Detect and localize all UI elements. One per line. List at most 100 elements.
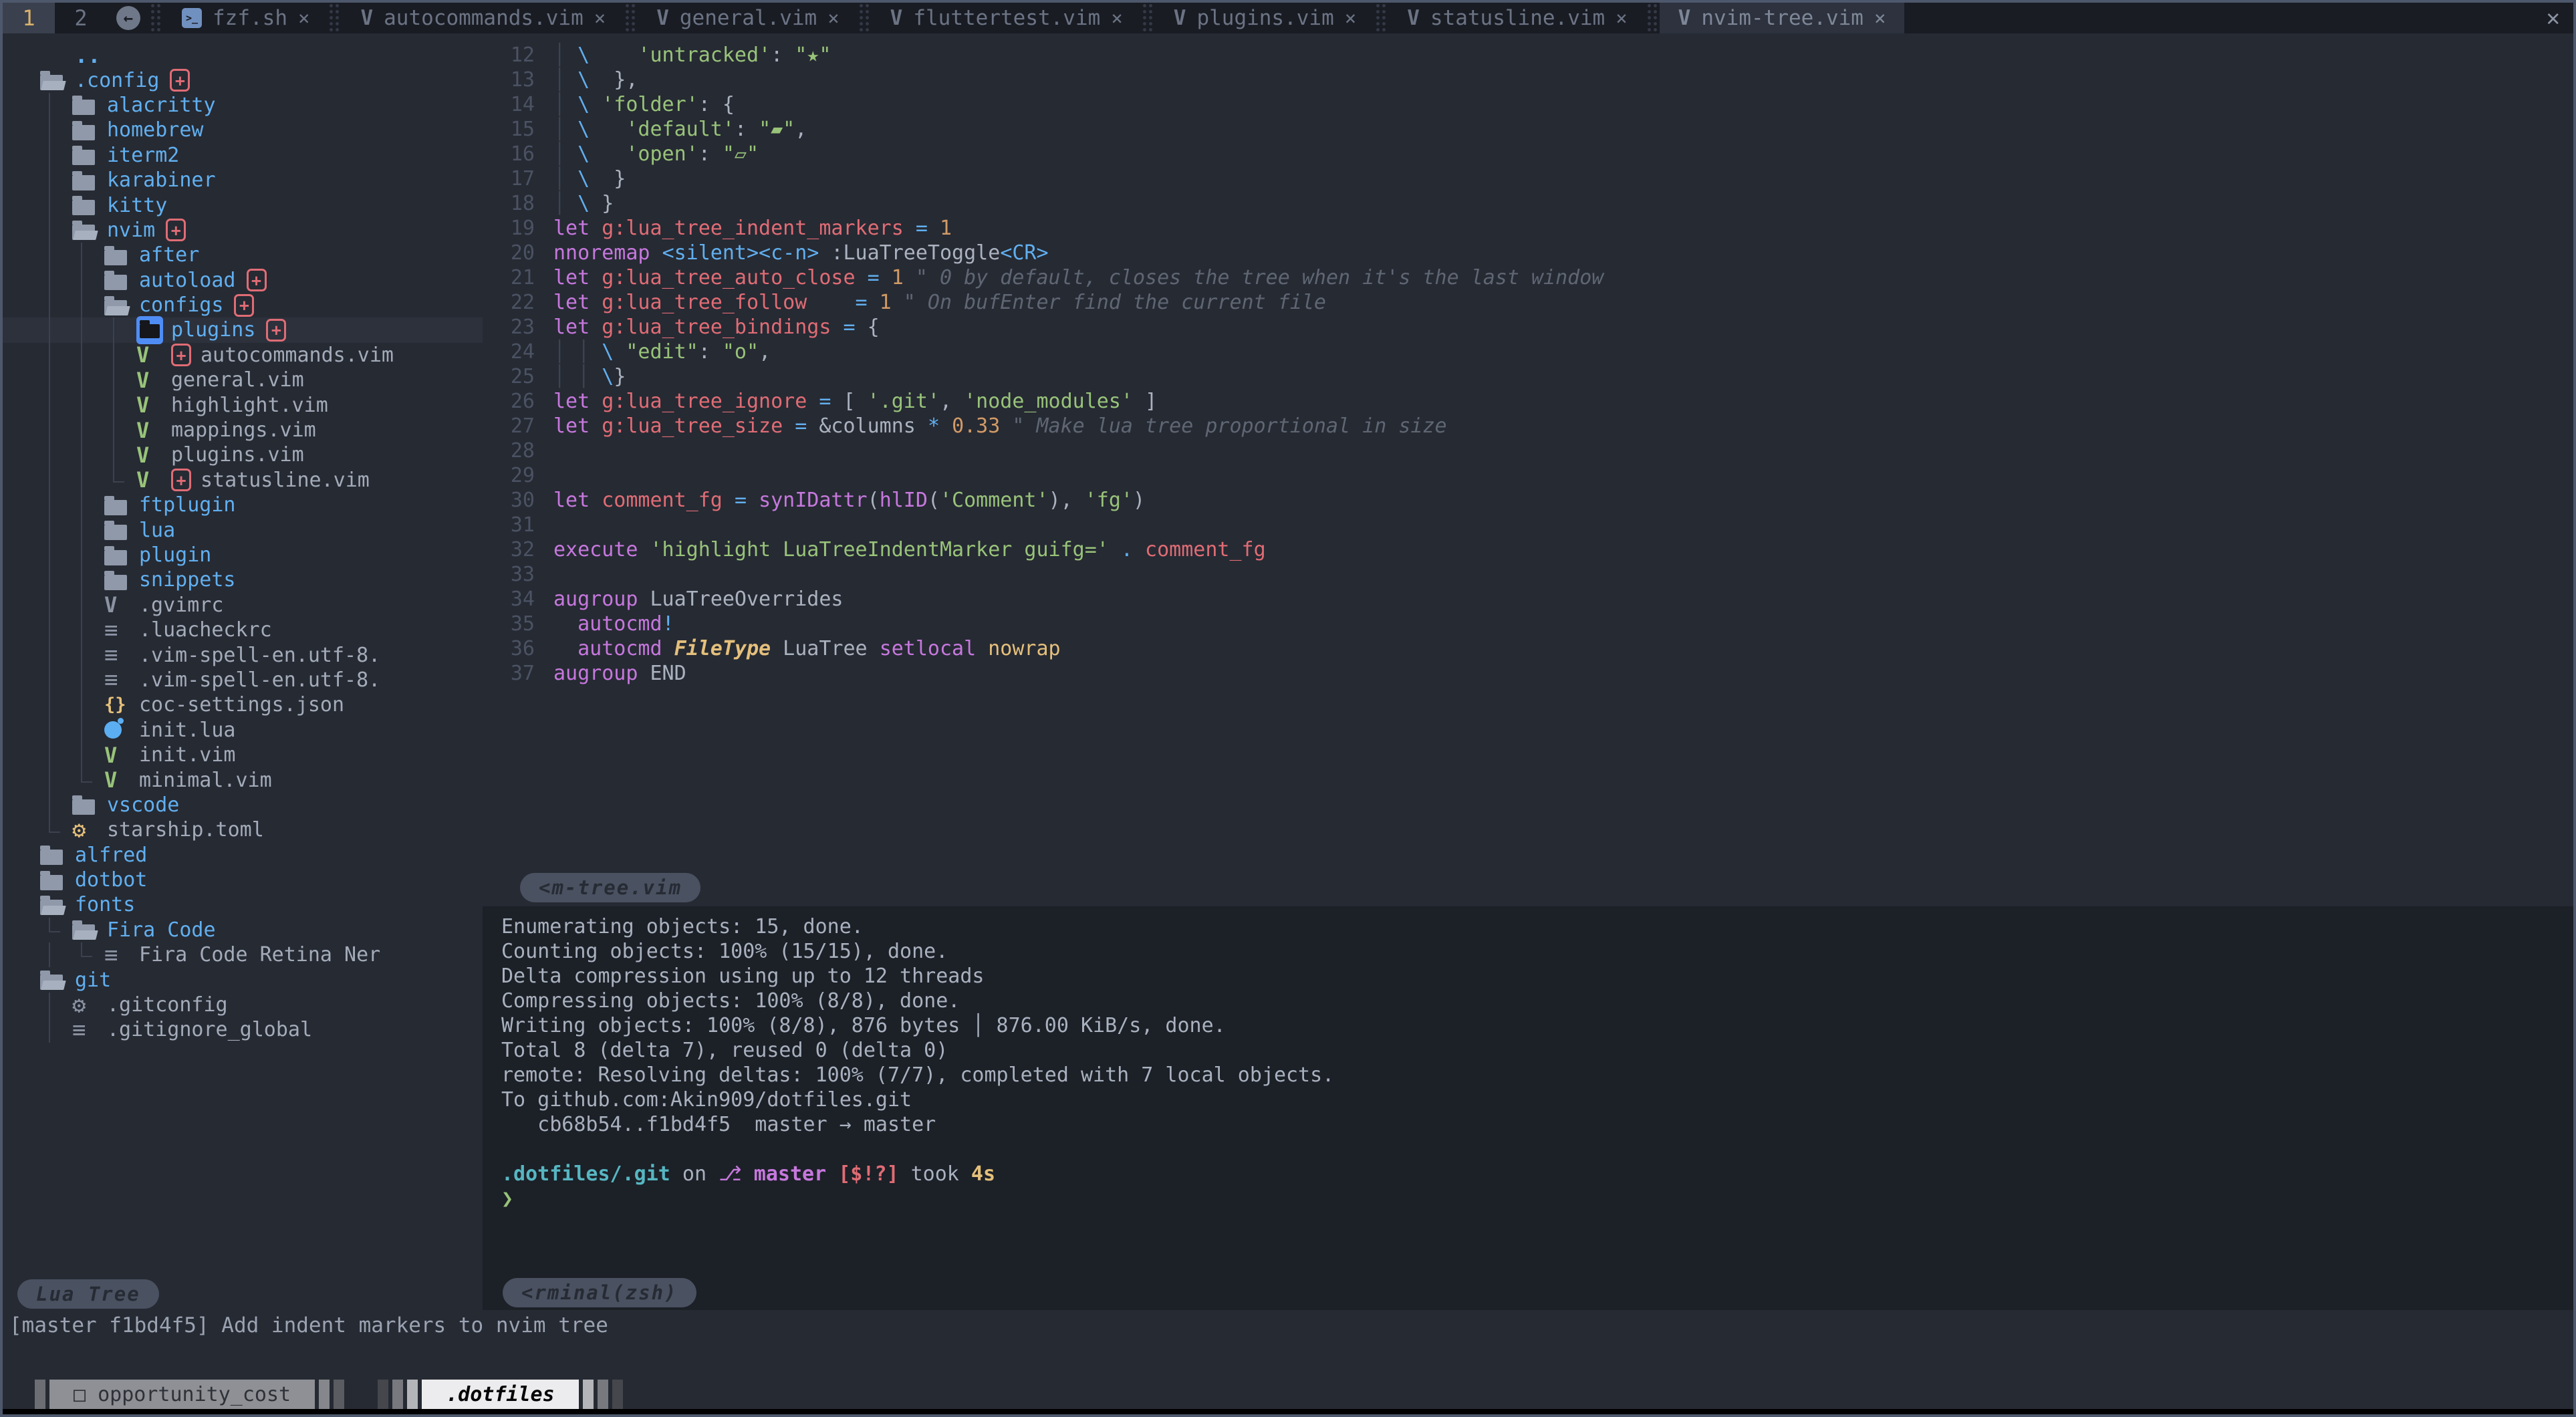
code-token bbox=[650, 241, 662, 265]
tab-close-icon[interactable]: × bbox=[1874, 7, 1886, 29]
tree-row-.config[interactable]: .config+ bbox=[3, 68, 483, 92]
code-token bbox=[590, 265, 602, 290]
folder-icon bbox=[72, 150, 95, 165]
tree-row-ftplugin[interactable]: ftplugin bbox=[3, 493, 483, 517]
tab-close-icon[interactable]: × bbox=[1345, 7, 1356, 29]
code-line: 31 bbox=[483, 513, 2573, 537]
tab-fluttertest.vim[interactable]: Vfluttertest.vim× bbox=[872, 3, 1142, 33]
tree-row-starship.toml[interactable]: ⚙starship.toml bbox=[3, 817, 483, 842]
code-token bbox=[1000, 414, 1012, 438]
tree-row-..[interactable]: .. bbox=[3, 43, 483, 68]
tab-close-icon[interactable]: × bbox=[594, 7, 606, 29]
tree-guide bbox=[104, 418, 136, 442]
folder-icon bbox=[104, 525, 127, 540]
tree-guide bbox=[104, 392, 136, 417]
tree-row-vscode[interactable]: vscode bbox=[3, 793, 483, 817]
tree-row-statusline.vim[interactable]: V+statusline.vim bbox=[3, 468, 483, 493]
tree-guide bbox=[40, 793, 72, 817]
tree-row-.gvimrc[interactable]: V.gvimrc bbox=[3, 593, 483, 618]
tab-close-icon[interactable]: × bbox=[298, 7, 309, 29]
tree-row-autocommands.vim[interactable]: V+autocommands.vim bbox=[3, 343, 483, 368]
tab-fzf.sh[interactable]: >_fzf.sh× bbox=[163, 3, 328, 33]
tree-row-plugin[interactable]: plugin bbox=[3, 543, 483, 567]
line-number: 27 bbox=[483, 414, 553, 438]
tree-guide bbox=[40, 368, 72, 392]
tab-general.vim[interactable]: Vgeneral.vim× bbox=[638, 3, 858, 33]
tree-row-Fira Code[interactable]: Fira Code bbox=[3, 918, 483, 942]
tab-plugins.vim[interactable]: Vplugins.vim× bbox=[1155, 3, 1375, 33]
code-token: augroup bbox=[553, 587, 638, 612]
tree-row-.gitignore_global[interactable]: ≡.gitignore_global bbox=[3, 1017, 483, 1042]
tree-row-mappings.vim[interactable]: Vmappings.vim bbox=[3, 418, 483, 442]
tree-row-karabiner[interactable]: karabiner bbox=[3, 168, 483, 192]
tree-row-.vim-spell-en.utf-8.[interactable]: ≡.vim-spell-en.utf-8. bbox=[3, 668, 483, 692]
tree-row-lua[interactable]: lua bbox=[3, 517, 483, 542]
code-token: 'Comment' bbox=[940, 488, 1049, 513]
tree-row-homebrew[interactable]: homebrew bbox=[3, 118, 483, 142]
tab-nvim-tree.vim[interactable]: Vnvim-tree.vim× bbox=[1660, 3, 1905, 33]
line-number: 19 bbox=[483, 216, 553, 241]
terminal-pane[interactable]: Enumerating objects: 15, done.Counting o… bbox=[483, 906, 2573, 1310]
tab-autocommands.vim[interactable]: Vautocommands.vim× bbox=[342, 3, 624, 33]
tree-guide bbox=[72, 767, 104, 792]
code-token: 'node_modules' bbox=[964, 389, 1133, 414]
tree-label: nvim bbox=[107, 219, 155, 242]
tree-row-dotbot[interactable]: dotbot bbox=[3, 868, 483, 892]
terminal-line: Enumerating objects: 15, done. bbox=[501, 914, 2573, 939]
tab-close-icon[interactable]: × bbox=[1111, 7, 1122, 29]
tree-icon-cell: V bbox=[136, 342, 171, 368]
tree-row-init.lua[interactable]: init.lua bbox=[3, 718, 483, 743]
tree-row-minimal.vim[interactable]: Vminimal.vim bbox=[3, 767, 483, 792]
tab-close-icon[interactable]: × bbox=[1616, 7, 1627, 29]
tree-row-init.vim[interactable]: Vinit.vim bbox=[3, 743, 483, 767]
tree-row-.gitconfig[interactable]: ⚙.gitconfig bbox=[3, 993, 483, 1017]
tree-guide bbox=[40, 343, 72, 368]
tree-row-.vim-spell-en.utf-8.[interactable]: ≡.vim-spell-en.utf-8. bbox=[3, 642, 483, 667]
tree-row-highlight.vim[interactable]: Vhighlight.vim bbox=[3, 392, 483, 417]
code-token bbox=[1109, 537, 1121, 562]
tree-guide bbox=[40, 317, 72, 342]
tab-label: autocommands.vim bbox=[384, 6, 584, 30]
tree-row-Fira Code Retina Ner[interactable]: ≡Fira Code Retina Ner bbox=[3, 942, 483, 967]
tree-row-git[interactable]: git bbox=[3, 967, 483, 992]
tmux-window-opportunity-cost[interactable]: □ opportunity_cost bbox=[49, 1380, 315, 1409]
editor-pane[interactable]: 12│ \ 'untracked': "★"13│ \ },14│ \ 'fol… bbox=[483, 33, 2573, 906]
close-icon[interactable]: ✕ bbox=[2533, 3, 2573, 33]
text-file-icon: ≡ bbox=[72, 1017, 86, 1043]
code-token bbox=[553, 636, 577, 661]
code-token: "o" bbox=[723, 340, 759, 364]
tree-row-after[interactable]: after bbox=[3, 243, 483, 267]
tree-row-snippets[interactable]: snippets bbox=[3, 567, 483, 592]
tree-row-autoload[interactable]: autoload+ bbox=[3, 268, 483, 293]
tree-row-plugins.vim[interactable]: Vplugins.vim bbox=[3, 442, 483, 467]
text-file-icon: ≡ bbox=[104, 942, 118, 969]
code-token: , bbox=[940, 389, 964, 414]
tree-row-plugins[interactable]: plugins+ bbox=[3, 317, 483, 342]
code-token: autocmd bbox=[577, 636, 662, 661]
tree-row-iterm2[interactable]: iterm2 bbox=[3, 143, 483, 168]
tab-statusline.vim[interactable]: Vstatusline.vim× bbox=[1388, 3, 1646, 33]
tab-close-icon[interactable]: × bbox=[827, 7, 839, 29]
tree-label: snippets bbox=[139, 568, 236, 592]
tree-guide bbox=[40, 942, 72, 967]
tree-icon-cell bbox=[72, 220, 107, 240]
tmux-window-dotfiles[interactable]: .dotfiles bbox=[422, 1380, 579, 1409]
tree-row-coc-settings.json[interactable]: {}coc-settings.json bbox=[3, 692, 483, 717]
tree-row-alacritty[interactable]: alacritty bbox=[3, 93, 483, 118]
tree-row-.luacheckrc[interactable]: ≡.luacheckrc bbox=[3, 618, 483, 642]
tree-icon-cell: V bbox=[136, 368, 171, 393]
tab-page-2[interactable]: 2 bbox=[55, 3, 107, 33]
tree-guide bbox=[40, 618, 72, 642]
back-arrow-icon[interactable]: ← bbox=[116, 6, 140, 30]
git-untracked-badge: + bbox=[170, 69, 190, 92]
tree-row-fonts[interactable]: fonts bbox=[3, 892, 483, 917]
tree-row-alfred[interactable]: alfred bbox=[3, 843, 483, 868]
code-token: g:lua_tree_bindings bbox=[602, 315, 831, 340]
tree-row-configs[interactable]: configs+ bbox=[3, 293, 483, 317]
code-token: "★" bbox=[795, 43, 831, 68]
tab-page-1[interactable]: 1 bbox=[3, 3, 55, 33]
code-token: let bbox=[553, 315, 590, 340]
tree-row-nvim[interactable]: nvim+ bbox=[3, 218, 483, 243]
tree-row-kitty[interactable]: kitty bbox=[3, 192, 483, 217]
tree-row-general.vim[interactable]: Vgeneral.vim bbox=[3, 368, 483, 392]
